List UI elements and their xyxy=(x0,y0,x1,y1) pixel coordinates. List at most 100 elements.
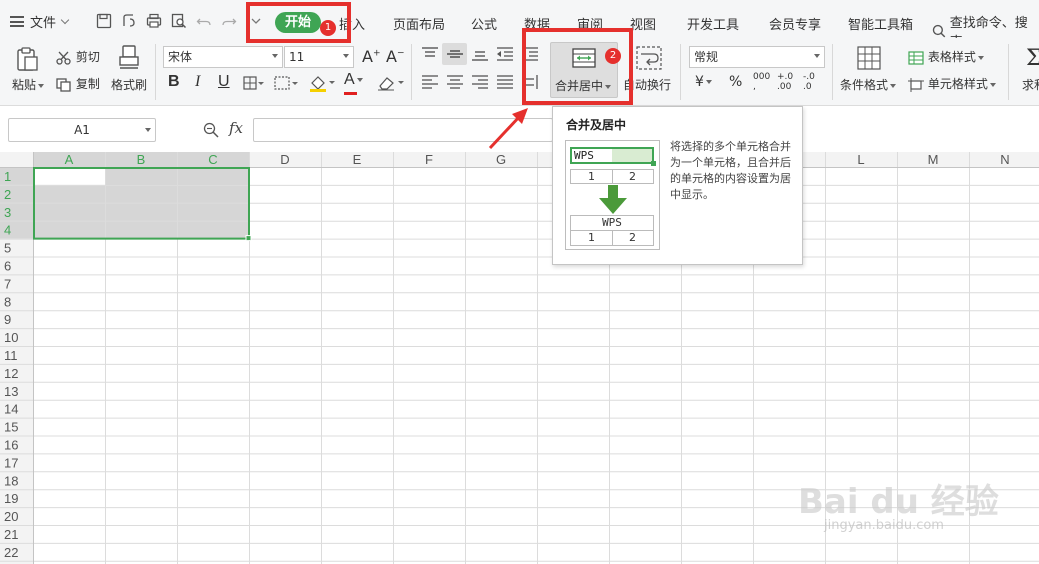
export-pdf-icon[interactable] xyxy=(121,13,137,29)
column-header-B[interactable]: B xyxy=(137,152,146,167)
column-header-L[interactable]: L xyxy=(857,152,864,167)
column-header-F[interactable]: F xyxy=(425,152,433,167)
redo-icon[interactable] xyxy=(221,13,237,29)
tab-smart-toolbox[interactable]: 智能工具箱 xyxy=(848,14,913,33)
table-style-button[interactable]: 表格样式 xyxy=(908,48,984,65)
row-header-5[interactable]: 5 xyxy=(4,241,11,256)
row-header-4[interactable]: 4 xyxy=(4,223,11,238)
undo-icon[interactable] xyxy=(196,13,212,29)
decrease-indent-icon[interactable] xyxy=(496,46,514,62)
bold-button[interactable]: B xyxy=(168,73,180,91)
cell-style-button[interactable]: 单元格样式 xyxy=(908,75,996,92)
row-header-18[interactable]: 18 xyxy=(4,473,18,488)
column-header-G[interactable]: G xyxy=(496,152,506,167)
row-header-22[interactable]: 22 xyxy=(4,545,18,560)
row-header-19[interactable]: 19 xyxy=(4,491,18,506)
increase-decimal-button[interactable]: +.0.00 xyxy=(777,72,793,92)
row-header-17[interactable]: 17 xyxy=(4,455,18,470)
column-header-N[interactable]: N xyxy=(1000,152,1009,167)
illus-merged-cell: WPS xyxy=(570,215,654,231)
tab-developer[interactable]: 开发工具 xyxy=(687,14,739,33)
tab-view[interactable]: 视图 xyxy=(630,14,656,33)
active-cell[interactable] xyxy=(33,167,105,185)
row-header-20[interactable]: 20 xyxy=(4,509,18,524)
row-header-16[interactable]: 16 xyxy=(4,437,18,452)
clear-format-icon[interactable] xyxy=(376,74,406,92)
table-style-icon xyxy=(908,50,924,65)
column-header-D[interactable]: D xyxy=(280,152,289,167)
percent-button[interactable]: % xyxy=(729,74,742,90)
tooltip-description: 将选择的多个单元格合并为一个单元格，且合并后的单元格的内容设置为居中显示。 xyxy=(670,140,791,201)
row-header-21[interactable]: 21 xyxy=(4,527,18,542)
align-top-icon[interactable] xyxy=(421,46,439,62)
column-header-M[interactable]: M xyxy=(928,152,939,167)
illus-num-3: 1 xyxy=(588,231,595,244)
format-painter-icon[interactable] xyxy=(117,44,141,70)
align-right-icon[interactable] xyxy=(471,74,489,90)
paste-button[interactable]: 粘贴 xyxy=(12,76,45,93)
fill-handle[interactable] xyxy=(245,235,252,242)
paste-icon[interactable] xyxy=(14,46,40,72)
underline-button[interactable]: U xyxy=(218,73,230,91)
font-size-select[interactable]: 11 xyxy=(284,46,354,68)
justify-icon[interactable] xyxy=(496,74,514,90)
decrease-decimal-button[interactable]: -.0.0 xyxy=(803,72,815,92)
file-menu[interactable]: 文件 xyxy=(10,12,70,31)
borders-icon[interactable] xyxy=(243,76,265,90)
illus-num-2: 2 xyxy=(629,170,636,183)
cell-style-label: 单元格样式 xyxy=(927,77,988,91)
row-header-7[interactable]: 7 xyxy=(4,276,11,291)
row-header-1[interactable]: 1 xyxy=(4,169,11,184)
row-header-15[interactable]: 15 xyxy=(4,420,18,435)
align-center-icon[interactable] xyxy=(446,74,464,90)
print-preview-icon[interactable] xyxy=(171,13,187,29)
row-header-9[interactable]: 9 xyxy=(4,312,11,327)
row-header-6[interactable]: 6 xyxy=(4,258,11,273)
italic-button[interactable]: I xyxy=(195,73,200,91)
copy-button[interactable]: 复制 xyxy=(56,75,100,92)
sigma-icon[interactable]: Σ xyxy=(1026,46,1039,71)
name-box[interactable]: A1 xyxy=(8,118,156,142)
align-bottom-icon[interactable] xyxy=(471,46,489,62)
column-header-C[interactable]: C xyxy=(208,152,217,167)
wrap-text-icon[interactable] xyxy=(636,46,662,70)
paste-label: 粘贴 xyxy=(12,78,37,92)
cut-button[interactable]: 剪切 xyxy=(56,48,100,65)
align-left-icon[interactable] xyxy=(421,74,439,90)
align-middle-icon[interactable] xyxy=(446,46,464,62)
sum-button[interactable]: 求和 xyxy=(1022,76,1039,93)
font-color-icon: A xyxy=(344,71,355,88)
thousands-separator-button[interactable]: 000, xyxy=(753,72,770,92)
currency-button[interactable]: ¥ xyxy=(695,74,712,90)
tab-member[interactable]: 会员专享 xyxy=(769,14,821,33)
number-format-select[interactable]: 常规 xyxy=(689,46,825,68)
conditional-format-label: 条件格式 xyxy=(840,78,889,92)
row-header-2[interactable]: 2 xyxy=(4,187,11,202)
decrease-decimal-icon: -.0 xyxy=(803,72,815,82)
row-header-3[interactable]: 3 xyxy=(4,205,11,220)
font-grow-button[interactable]: A+ xyxy=(362,47,381,66)
fill-color-icon[interactable] xyxy=(308,74,336,92)
print-icon[interactable] xyxy=(146,13,162,29)
row-header-13[interactable]: 13 xyxy=(4,384,18,399)
row-header-10[interactable]: 10 xyxy=(4,330,18,345)
conditional-format-button[interactable]: 条件格式 xyxy=(840,76,897,93)
format-painter-button[interactable]: 格式刷 xyxy=(111,76,147,93)
row-header-14[interactable]: 14 xyxy=(4,402,18,417)
tab-formulas[interactable]: 公式 xyxy=(471,14,497,33)
font-color-button[interactable]: A xyxy=(344,71,363,95)
conditional-format-icon[interactable] xyxy=(857,46,881,70)
watermark-url: jingyan.baidu.com xyxy=(824,518,944,533)
row-header-12[interactable]: 12 xyxy=(4,366,18,381)
row-header-8[interactable]: 8 xyxy=(4,294,11,309)
zoom-icon[interactable] xyxy=(203,122,219,138)
font-shrink-button[interactable]: A− xyxy=(386,47,405,66)
column-header-E[interactable]: E xyxy=(353,152,362,167)
tab-page-layout[interactable]: 页面布局 xyxy=(393,14,445,33)
font-name-select[interactable]: 宋体 xyxy=(163,46,283,68)
row-header-11[interactable]: 11 xyxy=(4,348,18,363)
font-settings-icon[interactable] xyxy=(274,76,300,90)
column-header-A[interactable]: A xyxy=(65,152,74,167)
save-icon[interactable] xyxy=(96,13,112,29)
insert-function-button[interactable]: fx xyxy=(229,119,243,137)
